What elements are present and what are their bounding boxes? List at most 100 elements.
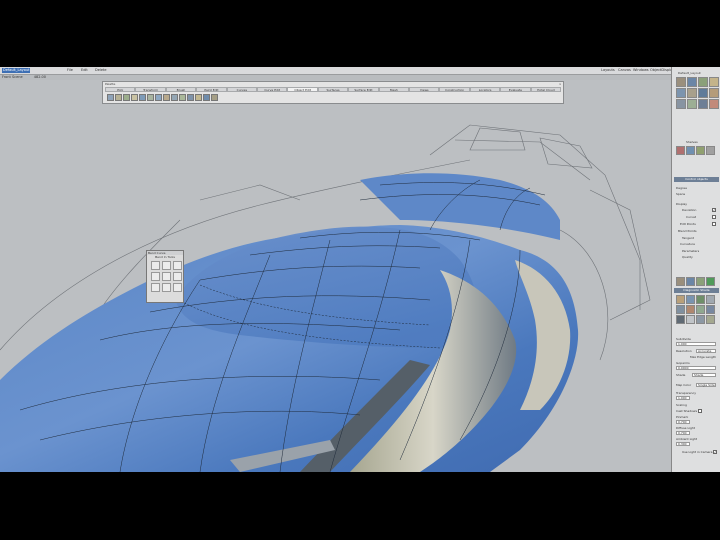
bend-icon[interactable] (139, 94, 146, 101)
shade-label: Shade (676, 373, 686, 377)
cut-icon[interactable] (171, 94, 178, 101)
menu-item-delete[interactable]: Delete (94, 68, 108, 73)
align-icon[interactable] (179, 94, 186, 101)
shade-mode-icon[interactable] (696, 315, 705, 324)
bend-twist-icon[interactable] (173, 261, 182, 270)
shelf-tool-icon[interactable] (676, 77, 686, 87)
shade-mode-icon[interactable] (696, 305, 705, 314)
bend-arc-icon[interactable] (162, 272, 171, 281)
use-light-checkbox[interactable]: ✓ (713, 450, 717, 454)
bend-slide-icon[interactable] (151, 272, 160, 281)
diagnostic-shade-header[interactable]: Diagnostic Shade (674, 288, 719, 293)
layer-icon[interactable] (696, 277, 705, 286)
tab-curves[interactable]: Curves (226, 87, 258, 92)
shade-mode-icon[interactable] (706, 305, 715, 314)
shelf-tool-icon[interactable] (706, 146, 715, 155)
shade-mode-icon[interactable] (686, 305, 695, 314)
tab-transform[interactable]: Transform (135, 87, 166, 92)
shade-mode-icon[interactable] (686, 315, 695, 324)
menu-item-windows[interactable]: Windows (632, 68, 650, 73)
blend-icon[interactable] (211, 94, 218, 101)
shelf-tool-icon[interactable] (709, 88, 719, 98)
tab-paint-edit[interactable]: Paint Edit (196, 87, 227, 92)
shade-mode-icon[interactable] (706, 315, 715, 324)
tab-evaluate[interactable]: Evaluate (500, 87, 531, 92)
shade-mode-icon[interactable] (706, 295, 715, 304)
control-objects-header[interactable]: Control objects (674, 177, 719, 182)
shade-mode-icon[interactable] (696, 295, 705, 304)
shelf-tool-icon[interactable] (676, 99, 686, 109)
tab-locators[interactable]: Locators (469, 87, 501, 92)
tab-surfaces[interactable]: Surfaces (317, 87, 349, 92)
tab-mesh[interactable]: Mesh (378, 87, 410, 92)
shelf-tool-icon[interactable] (676, 146, 685, 155)
offset-icon[interactable] (187, 94, 194, 101)
parameters-radio-label[interactable]: Parameters (682, 249, 699, 253)
quality-radio-label[interactable]: Quality (682, 255, 693, 259)
shelf-tool-icon[interactable] (698, 88, 708, 98)
tab-surface-edit[interactable]: Surface Edit (348, 87, 379, 92)
shelf-tool-icon[interactable] (709, 99, 719, 109)
bend-curve-icon[interactable] (151, 261, 160, 270)
shelf-tool-icon[interactable] (698, 77, 708, 87)
max-edge-field[interactable]: 0.0000 (676, 366, 716, 370)
ambient-light-field[interactable]: 0.300 (676, 442, 690, 446)
shelf-tool-icon[interactable] (696, 146, 705, 155)
shade-mode-icon[interactable] (676, 305, 685, 314)
tab-views[interactable]: Views (409, 87, 440, 92)
tab-object-edit[interactable]: Object Edit (287, 87, 318, 92)
stretch-icon[interactable] (163, 94, 170, 101)
menu-item-edit[interactable]: Edit (80, 68, 89, 73)
menu-bar: Default_Layout File Edit Delete Layouts … (0, 67, 720, 75)
project-icon[interactable] (155, 94, 162, 101)
layer-icon[interactable] (706, 277, 715, 286)
bend-warp-icon[interactable] (151, 283, 160, 292)
resolution-select[interactable]: Accurate (696, 349, 716, 353)
map-color-select[interactable]: Single Side (696, 383, 716, 387)
shelf-tool-icon[interactable] (686, 146, 695, 155)
shade-mode-icon[interactable] (686, 295, 695, 304)
tab-pick[interactable]: Pick (105, 87, 136, 92)
tab-curve-edit[interactable]: Curve Edit (257, 87, 288, 92)
shelf-tool-icon[interactable] (709, 77, 719, 87)
shelf-tool-icon[interactable] (687, 77, 697, 87)
bend-pin-icon[interactable] (162, 261, 171, 270)
subdivide-label: Subdivide (676, 337, 691, 341)
pinmark-field[interactable]: 0.700 (676, 420, 690, 424)
menu-item-layouts[interactable]: Layouts (600, 68, 616, 73)
bend-sweep-icon[interactable] (162, 283, 171, 292)
scale-icon[interactable] (131, 94, 138, 101)
edit-points-checkbox[interactable] (712, 222, 716, 226)
shade-mode-icon[interactable] (676, 295, 685, 304)
cast-shadows-checkbox[interactable] (698, 409, 702, 413)
diffuse-light-field[interactable]: 0.700 (676, 431, 690, 435)
shade-icon[interactable] (203, 94, 210, 101)
trim-icon[interactable] (195, 94, 202, 101)
bend-end-icon[interactable] (173, 283, 182, 292)
subdivide-field[interactable]: 1.000 (676, 342, 716, 346)
twist-icon[interactable] (147, 94, 154, 101)
layer-icon[interactable] (686, 277, 695, 286)
rotate-icon[interactable] (123, 94, 130, 101)
shade-mode-icon[interactable] (676, 315, 685, 324)
transparency-field[interactable]: 1.000 (676, 396, 690, 400)
bend-flip-icon[interactable] (173, 272, 182, 281)
tab-hotel-cloud[interactable]: Hotel Cloud (530, 87, 562, 92)
shelf-tool-icon[interactable] (687, 88, 697, 98)
menu-item-canvas[interactable]: Canvas (617, 68, 632, 73)
deviation-checkbox[interactable]: ✓ (712, 208, 716, 212)
shelf-tool-icon[interactable] (687, 99, 697, 109)
menu-item-layout[interactable]: Default_Layout (2, 68, 31, 73)
layer-icon[interactable] (676, 277, 685, 286)
tab-construction[interactable]: Construction (439, 87, 470, 92)
move-icon[interactable] (115, 94, 122, 101)
tab-brush[interactable]: Brush (165, 87, 197, 92)
shelf-tool-icon[interactable] (676, 88, 686, 98)
menu-item-file[interactable]: File (66, 68, 74, 73)
palette-close-button[interactable]: x (559, 82, 561, 86)
shade-select[interactable]: Shade (692, 373, 716, 377)
select-icon[interactable] (107, 94, 114, 101)
curvat-checkbox[interactable] (712, 215, 716, 219)
shelf-tool-icon[interactable] (698, 99, 708, 109)
3d-viewport[interactable] (0, 80, 671, 472)
